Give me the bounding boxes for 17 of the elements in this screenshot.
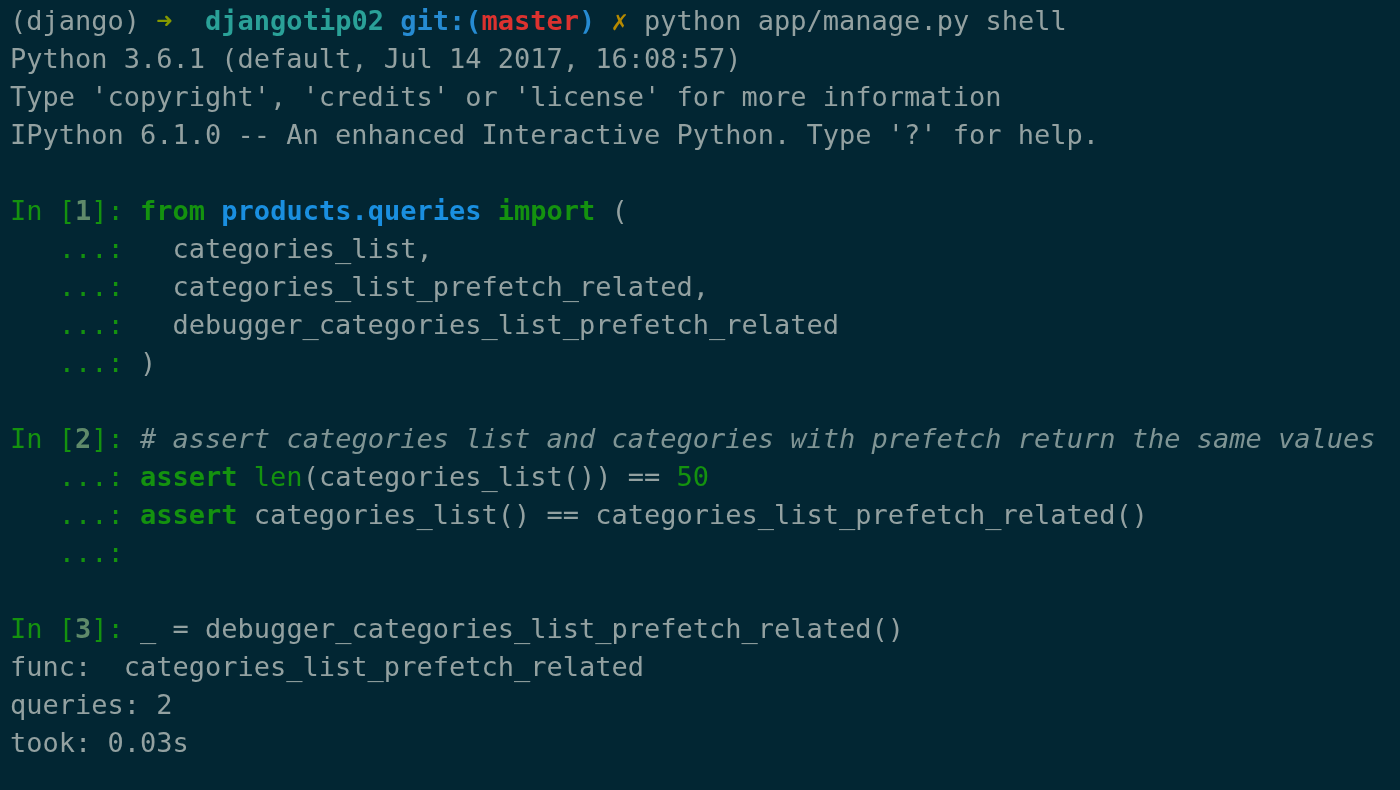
terminal-line: ...: assert len(categories_list()) == 50 <box>57 460 709 494</box>
terminal-line: ...: <box>57 536 124 570</box>
terminal-line: In [2]: # assert categories list and categories with prefetch return the same values <box>10 422 1376 456</box>
terminal-line: In [3]: _ = debugger_categories_list_prefetch_related() <box>10 612 905 646</box>
terminal-line: Type 'copyright', 'credits' or 'license' for more information <box>10 80 1002 114</box>
terminal-line: func: categories_list_prefetch_related <box>10 650 644 684</box>
terminal-line: ...: ) <box>57 346 157 380</box>
terminal-line: (django) ➜ djangotip02 git:(master) ✗ python app/manage.py shell <box>10 4 1067 38</box>
terminal-line: In [1]: from products.queries import ( <box>10 194 628 228</box>
terminal-line: queries: 2 <box>10 688 173 722</box>
terminal-line: ...: debugger_categories_list_prefetch_related <box>57 308 840 342</box>
terminal-line: ...: assert categories_list() == categories_list_prefetch_related() <box>57 498 1148 532</box>
terminal-line: ...: categories_list_prefetch_related, <box>57 270 709 304</box>
terminal-line: took: 0.03s <box>10 726 189 760</box>
terminal-line: ...: categories_list, <box>57 232 433 266</box>
terminal-line: IPython 6.1.0 -- An enhanced Interactive Python. Type '?' for help. <box>10 118 1100 152</box>
terminal-line: Python 3.6.1 (default, Jul 14 2017, 16:08:57) <box>10 42 742 76</box>
